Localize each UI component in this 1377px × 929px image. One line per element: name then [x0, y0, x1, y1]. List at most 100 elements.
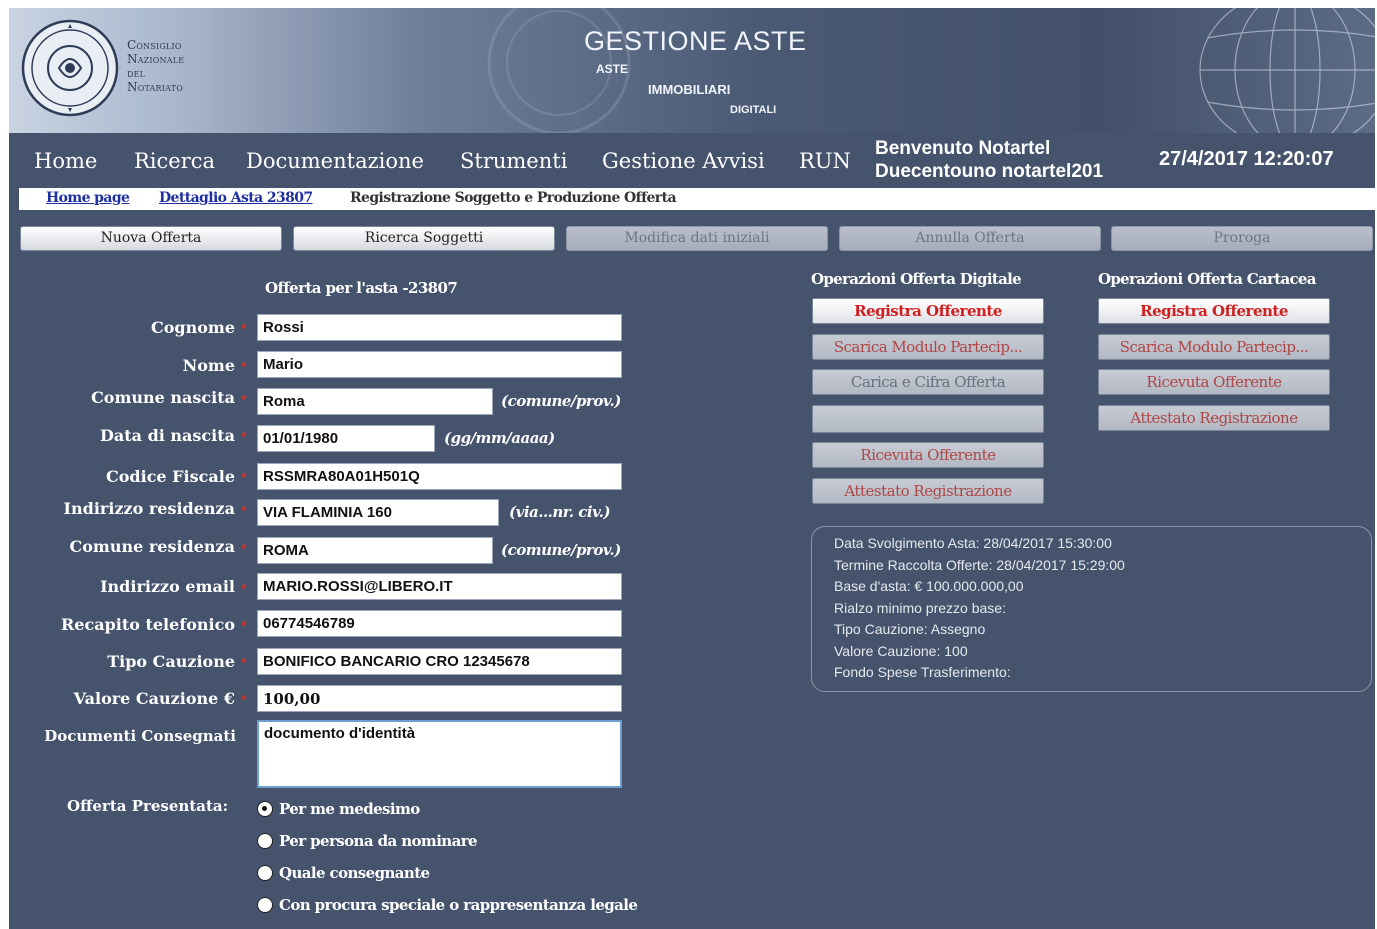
annulla-offerta-button[interactable]: Annulla Offerta: [839, 226, 1101, 251]
required-marker: *: [241, 358, 247, 374]
radio-label: Quale consegnante: [279, 864, 430, 882]
indirizzo-residenza-hint: (via...nr. civ.): [509, 503, 611, 521]
comune-nascita-input[interactable]: Roma: [257, 388, 493, 415]
app-title-main: GESTIONE ASTE: [584, 26, 807, 56]
radio-label: Per persona da nominare: [279, 832, 478, 850]
tipo-cauzione-label: Tipo Cauzione: [107, 652, 235, 671]
organization-name: Consiglio Nazionale del Notariato: [127, 38, 184, 94]
documenti-label: Documenti Consegnati: [44, 727, 236, 745]
digital-ricevuta-offerente-button[interactable]: Ricevuta Offerente: [812, 442, 1044, 468]
required-marker: *: [241, 691, 247, 707]
current-datetime: 27/4/2017 12:20:07: [1159, 148, 1334, 170]
comune-residenza-hint: (comune/prov.): [501, 541, 621, 559]
nome-input[interactable]: Mario: [257, 351, 622, 378]
digital-carica-cifra-button[interactable]: Carica e Cifra Offerta: [812, 369, 1044, 395]
ops-digital-title: Operazioni Offerta Digitale: [811, 270, 1022, 288]
digital-scarica-modulo-button[interactable]: Scarica Modulo Partecip...: [812, 334, 1044, 360]
codice-fiscale-label: Codice Fiscale: [106, 467, 235, 486]
nav-documentazione[interactable]: Documentazione: [246, 149, 424, 173]
info-line: Fondo Spese Trasferimento:: [834, 664, 1011, 680]
email-input[interactable]: MARIO.ROSSI@LIBERO.IT: [257, 573, 622, 600]
telefono-input[interactable]: 06774546789: [257, 610, 622, 637]
paper-ricevuta-offerente-button[interactable]: Ricevuta Offerente: [1098, 369, 1330, 395]
ricerca-soggetti-button[interactable]: Ricerca Soggetti: [293, 226, 555, 251]
indirizzo-residenza-input[interactable]: VIA FLAMINIA 160: [257, 499, 499, 526]
email-label: Indirizzo email: [100, 577, 235, 596]
nav-run[interactable]: RUN: [799, 149, 851, 173]
offerta-presentata-label: Offerta Presentata:: [67, 797, 229, 815]
info-line: Termine Raccolta Offerte: 28/04/2017 15:…: [834, 556, 1125, 573]
telefono-label: Recapito telefonico: [61, 615, 235, 634]
form-title: Offerta per l'asta -23807: [265, 279, 458, 297]
data-nascita-hint: (gg/mm/aaaa): [444, 429, 555, 447]
main-navigation: Home Ricerca Documentazione Strumenti Ge…: [9, 133, 1375, 188]
comune-residenza-label: Comune residenza: [69, 537, 236, 556]
org-line: Nazionale: [127, 52, 185, 66]
org-line: Notariato: [127, 80, 183, 94]
org-line: Consiglio: [127, 38, 182, 52]
digital-empty-field[interactable]: [812, 405, 1044, 433]
required-marker: *: [241, 502, 247, 518]
radio-label: Per me medesimo: [279, 800, 420, 818]
codice-fiscale-input[interactable]: RSSMRA80A01H501Q: [257, 463, 622, 490]
comune-residenza-input[interactable]: ROMA: [257, 537, 493, 564]
paper-scarica-modulo-button[interactable]: Scarica Modulo Partecip...: [1098, 334, 1330, 360]
info-line: Valore Cauzione: 100: [834, 642, 968, 659]
radio-unselected-icon[interactable]: [257, 865, 273, 881]
welcome-message: Benvenuto Notartel Duecentouno notartel2…: [875, 137, 1103, 183]
data-nascita-input[interactable]: 01/01/1980: [257, 425, 435, 452]
info-line: Base d'asta: € 100.000.000,00: [834, 578, 1024, 594]
data-nascita-label: Data di nascita: [100, 426, 235, 445]
radio-label: Con procura speciale o rappresentanza le…: [279, 896, 638, 914]
documenti-textarea[interactable]: documento d'identità: [257, 720, 622, 788]
paper-attestato-registrazione-button[interactable]: Attestato Registrazione: [1098, 405, 1330, 431]
org-line: del: [127, 66, 146, 80]
header-banner: Consiglio Nazionale del Notariato GESTIO…: [9, 8, 1375, 133]
breadcrumb-current: Registrazione Soggetto e Produzione Offe…: [350, 190, 677, 206]
app-title: GESTIONE ASTE ASTE IMMOBILIARI DIGITALI: [584, 26, 807, 116]
globe-grid-icon: [1199, 8, 1375, 133]
app-subtitle-2: IMMOBILIARI: [648, 82, 731, 97]
required-marker: *: [241, 617, 247, 633]
required-marker: *: [241, 540, 247, 556]
nav-home[interactable]: Home: [34, 149, 97, 173]
auction-info-panel: Data Svolgimento Asta: 28/04/2017 15:30:…: [811, 526, 1372, 692]
nav-gestione-avvisi[interactable]: Gestione Avvisi: [602, 149, 765, 173]
nav-strumenti[interactable]: Strumenti: [460, 149, 567, 173]
radio-selected-icon[interactable]: [257, 801, 273, 817]
tipo-cauzione-input[interactable]: BONIFICO BANCARIO CRO 12345678: [257, 648, 622, 675]
comune-nascita-label: Comune nascita: [91, 388, 235, 407]
breadcrumb-detail-link[interactable]: Dettaglio Asta 23807: [159, 190, 313, 206]
nome-label: Nome: [182, 356, 235, 375]
app-subtitle-1: ASTE: [596, 62, 629, 76]
breadcrumb-home-link[interactable]: Home page: [46, 190, 130, 206]
radio-unselected-icon[interactable]: [257, 897, 273, 913]
nav-ricerca[interactable]: Ricerca: [134, 149, 215, 173]
welcome-line-1: Benvenuto Notartel: [875, 138, 1051, 159]
modifica-dati-iniziali-button[interactable]: Modifica dati iniziali: [566, 226, 828, 251]
digital-registra-offerente-button[interactable]: Registra Offerente: [812, 298, 1044, 324]
info-line: Rialzo minimo prezzo base:: [834, 599, 1006, 616]
required-marker: *: [241, 580, 247, 596]
application-window: Consiglio Nazionale del Notariato GESTIO…: [9, 8, 1375, 929]
paper-registra-offerente-button[interactable]: Registra Offerente: [1098, 298, 1330, 324]
radio-unselected-icon[interactable]: [257, 833, 273, 849]
nuova-offerta-button[interactable]: Nuova Offerta: [20, 226, 282, 251]
required-marker: *: [241, 469, 247, 485]
breadcrumb: Home page Dettaglio Asta 23807 Registraz…: [19, 188, 1375, 210]
required-marker: *: [241, 654, 247, 670]
welcome-line-2: Duecentouno notartel201: [875, 161, 1104, 182]
app-subtitle-3: DIGITALI: [730, 104, 777, 116]
indirizzo-residenza-label: Indirizzo residenza: [63, 499, 235, 518]
info-line: Data Svolgimento Asta: 28/04/2017 15:30:…: [834, 535, 1112, 551]
required-marker: *: [241, 391, 247, 407]
notariato-logo-icon: [21, 19, 119, 117]
digital-attestato-registrazione-button[interactable]: Attestato Registrazione: [812, 478, 1044, 504]
valore-cauzione-label: Valore Cauzione €: [73, 689, 235, 708]
required-marker: *: [241, 428, 247, 444]
comune-nascita-hint: (comune/prov.): [501, 392, 621, 410]
proroga-button[interactable]: Proroga: [1111, 226, 1373, 251]
cognome-input[interactable]: Rossi: [257, 314, 622, 341]
valore-cauzione-input[interactable]: 100,00: [257, 685, 622, 712]
info-line: Tipo Cauzione: Assegno: [834, 621, 986, 637]
